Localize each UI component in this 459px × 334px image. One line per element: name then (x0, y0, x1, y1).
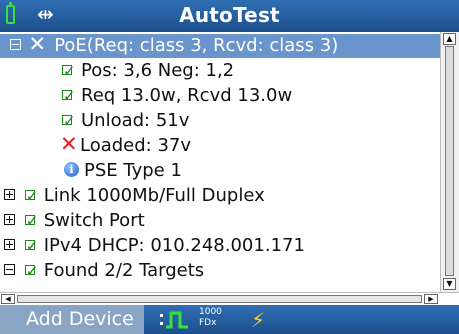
pass-check-icon: ✓ (62, 111, 76, 130)
tree-item-label: Switch Port (43, 210, 145, 231)
vertical-scroll-thumb[interactable] (445, 46, 454, 276)
link-speed: 1000 FDx (199, 307, 222, 329)
scroll-up-icon[interactable]: ▲ (443, 33, 456, 45)
tree-item-pos-neg[interactable]: ✓ Pos: 3,6 Neg: 1,2 (62, 59, 234, 83)
tree-item-pse-type[interactable]: i PSE Type 1 (64, 159, 182, 183)
expand-icon[interactable] (4, 189, 15, 200)
tree-item-ipv4-dhcp[interactable]: ✓ IPv4 DHCP: 010.248.001.171 (4, 234, 305, 258)
tree-item-label: Pos: 3,6 Neg: 1,2 (81, 60, 235, 81)
info-icon: i (64, 162, 79, 177)
add-device-button[interactable]: Add Device (0, 305, 144, 334)
pass-check-icon: ✓ (24, 261, 39, 280)
bottom-bar: Add Device 1000 FDx ⚡ (0, 305, 459, 334)
tree-item-label: Link 1000Mb/Full Duplex (43, 185, 265, 206)
link-duplex: FDx (199, 318, 217, 328)
scroll-down-icon[interactable]: ▼ (443, 278, 456, 290)
collapse-icon[interactable] (9, 39, 21, 50)
pass-check-icon: ✓ (24, 211, 39, 230)
pass-check-icon: ✓ (24, 236, 39, 255)
title-bar: ⇹ AutoTest (0, 0, 459, 32)
tree-item-targets[interactable]: ✓ Found 2/2 Targets (4, 259, 204, 283)
horizontal-scroll-thumb[interactable] (17, 295, 422, 303)
tree-item-unload[interactable]: ✓ Unload: 51v (62, 109, 189, 133)
window-title: AutoTest (179, 3, 280, 27)
tree-item-switch-port[interactable]: ✓ Switch Port (4, 209, 145, 233)
tree-item-label: Found 2/2 Targets (43, 260, 205, 281)
link-speed-value: 1000 (199, 307, 222, 317)
scroll-left-icon[interactable]: ◀ (1, 294, 15, 304)
collapse-icon[interactable] (4, 264, 15, 275)
expand-icon[interactable] (4, 214, 15, 225)
scroll-right-icon[interactable]: ▶ (424, 294, 438, 304)
vertical-scrollbar[interactable]: ▲ ▼ (440, 32, 459, 292)
pass-check-icon: ✓ (62, 86, 76, 105)
fail-x-icon: ✕ (60, 132, 78, 156)
results-tree[interactable]: ✕ PoE(Req: class 3, Rcvd: class 3) ✓ Pos:… (0, 32, 440, 292)
expand-icon[interactable] (4, 239, 15, 250)
tree-item-label: IPv4 DHCP: 010.248.001.171 (43, 235, 305, 256)
pass-check-icon: ✓ (24, 186, 39, 205)
pass-check-icon: ✓ (62, 61, 76, 80)
tree-item-loaded[interactable]: ✕ Loaded: 37v (60, 132, 192, 158)
horizontal-scrollbar[interactable]: ◀ ▶ (0, 292, 459, 305)
tree-item-label: Unload: 51v (81, 110, 190, 131)
link-pulse-icon (160, 311, 188, 329)
fail-x-icon: ✕ (28, 32, 47, 56)
tree-item-poe[interactable]: ✕ PoE(Req: class 3, Rcvd: class 3) (0, 32, 440, 58)
tree-item-link[interactable]: ✓ Link 1000Mb/Full Duplex (4, 184, 265, 208)
tree-item-label: PoE(Req: class 3, Rcvd: class 3) (54, 35, 339, 56)
tree-item-label: Req 13.0w, Rcvd 13.0w (81, 85, 293, 106)
lightning-icon: ⚡ (251, 308, 266, 332)
tree-item-label: Loaded: 37v (80, 135, 192, 156)
tree-item-power-request[interactable]: ✓ Req 13.0w, Rcvd 13.0w (62, 84, 292, 108)
tree-item-label: PSE Type 1 (84, 160, 182, 181)
autotest-screen: ⇹ AutoTest ✕ PoE(Req: class 3, Rcvd: cla… (0, 0, 459, 334)
